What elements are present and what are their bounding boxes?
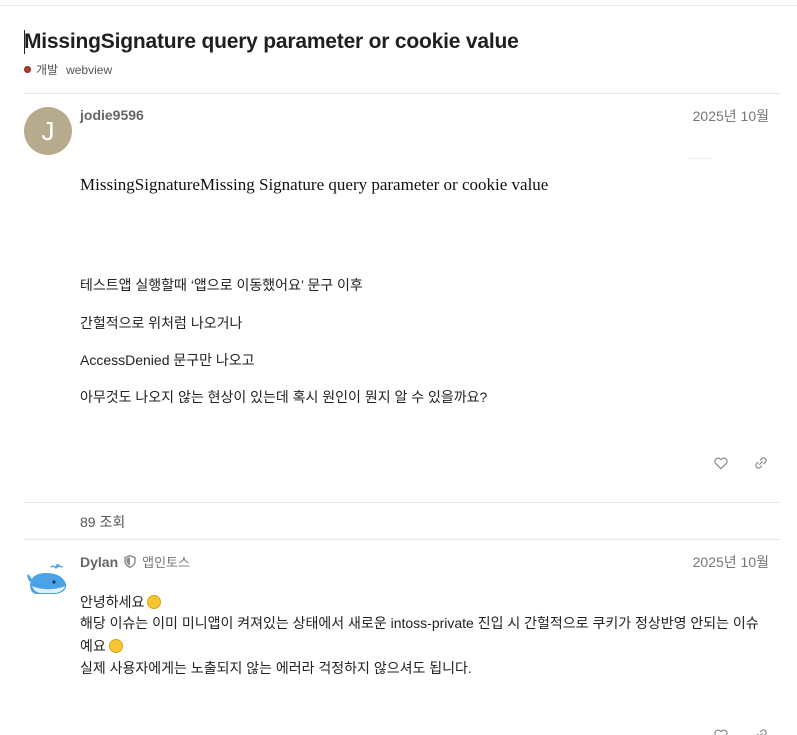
avatar[interactable]: J — [24, 107, 72, 155]
divider — [24, 539, 780, 540]
post-text: 예요 — [80, 638, 106, 654]
topic-title[interactable]: MissingSignature query parameter or cook… — [24, 30, 784, 54]
topic-header: MissingSignature query parameter or cook… — [24, 30, 784, 54]
divider — [24, 93, 780, 94]
sad-emoji-icon — [108, 639, 123, 653]
tag-link[interactable]: webview — [66, 63, 112, 77]
post-paragraph: 테스트앱 실행할때 ‘앱으로 이동했어요’ 문구 이후 — [80, 277, 363, 293]
divider — [688, 158, 712, 159]
post-paragraph: 해당 이슈는 이미 미니앱이 켜져있는 상태에서 새로운 intoss-priv… — [80, 615, 759, 631]
post-date[interactable]: 2025년 10월 — [693, 552, 769, 572]
post-paragraph: 예요 — [80, 636, 123, 656]
post-image-text: MissingSignatureMissing Signature query … — [80, 175, 549, 194]
smile-emoji-icon — [147, 595, 162, 609]
post-date[interactable]: 2025년 10월 — [693, 106, 769, 126]
post-paragraph: 간헐적으로 위처럼 나오거나 — [80, 315, 243, 331]
view-count: 89 조회 — [80, 514, 126, 530]
divider — [24, 502, 780, 503]
post-text: 안녕하세요 — [80, 594, 145, 610]
post-paragraph: 아무것도 나오지 않는 현상이 있는데 혹시 원인이 뭔지 알 수 있을까요? — [80, 389, 488, 405]
category-link[interactable]: 개발 — [36, 61, 58, 78]
heart-icon[interactable] — [713, 727, 729, 735]
text-cursor — [24, 30, 25, 54]
post-paragraph: 실제 사용자에게는 노출되지 않는 에러라 걱정하지 않으셔도 됩니다. — [80, 660, 472, 676]
category-badge-icon — [24, 66, 31, 73]
post-author-row: Dylan 앱인토스 — [80, 552, 190, 571]
topic-tags: 개발 webview — [24, 61, 120, 78]
shield-icon — [124, 555, 136, 568]
post-username[interactable]: Dylan — [80, 554, 118, 570]
user-group-badge[interactable]: 앱인토스 — [142, 552, 190, 571]
heart-icon[interactable] — [713, 455, 729, 471]
post-paragraph: 안녕하세요 — [80, 592, 162, 612]
avatar-letter: J — [41, 115, 55, 146]
post-username[interactable]: jodie9596 — [80, 107, 144, 123]
whale-avatar[interactable] — [26, 564, 70, 598]
link-icon[interactable] — [753, 727, 769, 735]
post-paragraph: AccessDenied 문구만 나오고 — [80, 352, 255, 368]
top-rule — [0, 5, 797, 6]
link-icon[interactable] — [753, 455, 769, 471]
